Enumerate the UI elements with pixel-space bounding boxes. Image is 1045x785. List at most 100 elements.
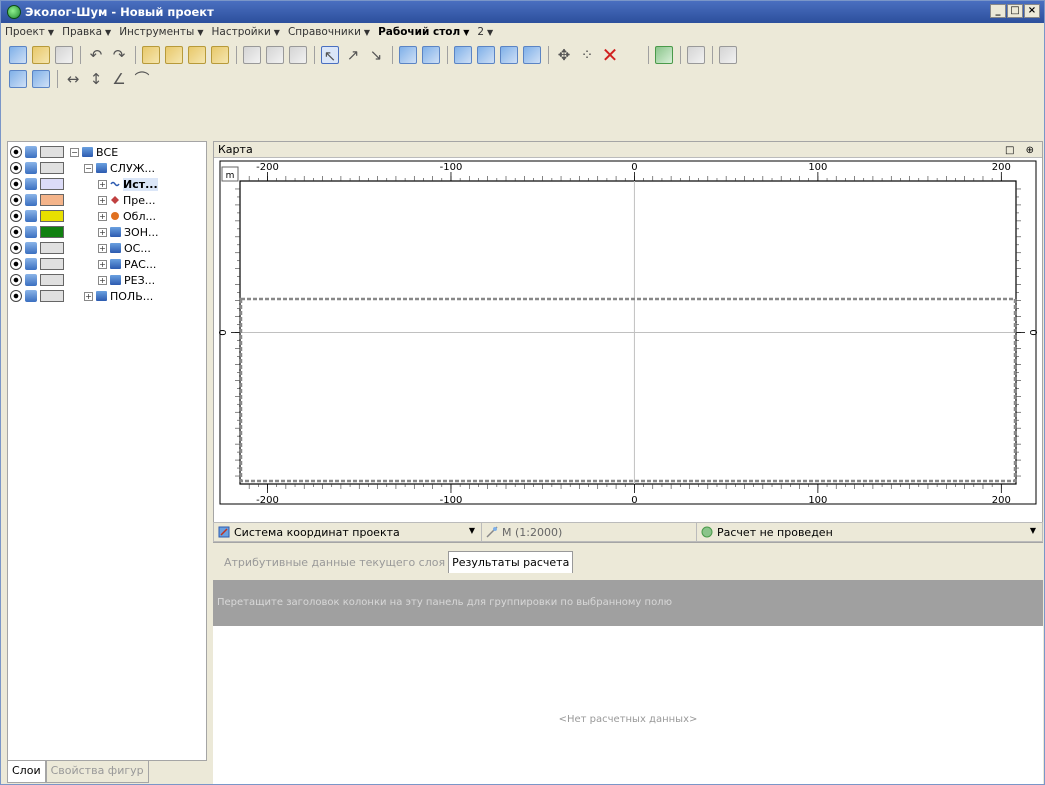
map-panel-controls[interactable]: □ ⊕ [1005,143,1038,158]
expand-icon[interactable]: + [84,291,93,301]
tab-attribute-data[interactable]: Атрибутивные данные текущего слоя [221,552,448,573]
menu-item[interactable]: Правка ▼ [62,26,111,38]
duplicate-icon[interactable] [523,46,541,64]
tab-calculation-results[interactable]: Результаты расчета [448,551,574,573]
menu-item[interactable]: Настройки ▼ [211,26,279,38]
layer-row[interactable]: + ПОЛЬ... [10,288,206,304]
maximize-button[interactable]: □ [1007,4,1023,18]
visibility-icon[interactable] [10,210,22,222]
layer-color-swatch[interactable] [40,194,64,206]
calculation-status[interactable]: Расчет не проведен ▼ [697,523,1042,541]
expand-icon[interactable]: + [98,275,107,285]
edit-lock-icon[interactable] [25,242,37,254]
expand-icon[interactable]: + [98,259,107,269]
zoom-extents-icon[interactable] [289,46,307,64]
new-project-icon[interactable] [9,46,27,64]
draw-polygon-icon[interactable] [211,46,229,64]
edit-lock-icon[interactable] [25,274,37,286]
layer-row[interactable]: − СЛУЖ... [10,160,206,176]
layer-color-swatch[interactable] [40,210,64,222]
visibility-icon[interactable] [10,146,22,158]
layer-row[interactable]: + РАС... [10,256,206,272]
scale-display[interactable]: M (1:2000) [482,523,697,541]
layer-row[interactable]: + Пре... [10,192,206,208]
delete-icon[interactable]: ✕ [601,45,619,65]
calculation-icon[interactable] [687,46,705,64]
map-tool-icon[interactable] [9,70,27,88]
select-pointer-icon[interactable]: ↖ [321,46,339,65]
collapse-icon[interactable]: − [70,147,79,157]
menu-item[interactable]: Проект ▼ [5,26,54,38]
measure-horizontal-icon[interactable]: ↔ [64,70,82,88]
menu-item[interactable]: Рабочий стол ▼ [378,26,469,38]
layer-row[interactable]: + Обл... [10,208,206,224]
coordinate-system-selector[interactable]: Система координат проекта ▼ [214,523,482,541]
edit-lock-icon[interactable] [25,162,37,174]
draw-polyline-icon[interactable] [188,46,206,64]
left-tab[interactable]: Слои [7,761,46,783]
draw-point-icon[interactable] [142,46,160,64]
edit-lock-icon[interactable] [25,178,37,190]
draw-line-icon[interactable] [165,46,183,64]
cut-icon[interactable] [477,46,495,64]
layer-color-swatch[interactable] [40,178,64,190]
layer-color-swatch[interactable] [40,226,64,238]
visibility-icon[interactable] [10,290,22,302]
layer-color-swatch[interactable] [40,258,64,270]
measure-angle-icon[interactable]: ∠ [110,70,128,88]
visibility-icon[interactable] [10,274,22,286]
visibility-icon[interactable] [10,194,22,206]
map-canvas[interactable]: m -200 -200 -100 -100 0 0 100 100 200 200 0 0 [214,159,1042,523]
layer-table-icon[interactable] [655,46,673,64]
select-remove-icon[interactable]: ↘ [367,46,385,64]
group-by-panel[interactable]: Перетащите заголовок колонки на эту пане… [213,580,1043,626]
layer-row[interactable]: − ВСЕ [10,144,206,160]
menu-item[interactable]: 2 ▼ [477,26,493,38]
measure-curve-icon[interactable]: ⌒ [133,70,151,88]
deselect-objects-icon[interactable] [422,46,440,64]
layer-row[interactable]: + РЕЗ... [10,272,206,288]
zoom-area-icon[interactable] [243,46,261,64]
map-layer-icon[interactable] [32,70,50,88]
left-tab[interactable]: Свойства фигур [45,761,149,783]
layer-row[interactable]: + ОС... [10,240,206,256]
menu-item[interactable]: Справочники ▼ [288,26,370,38]
visibility-icon[interactable] [10,242,22,254]
edit-lock-icon[interactable] [25,194,37,206]
layer-row[interactable]: + Ист... [10,176,206,192]
layer-color-swatch[interactable] [40,242,64,254]
visibility-icon[interactable] [10,258,22,270]
vertices-icon[interactable]: ⁘ [578,46,596,64]
edit-lock-icon[interactable] [25,290,37,302]
title-bar[interactable]: Эколог-Шум - Новый проект _ □ × [1,1,1044,23]
select-add-icon[interactable]: ↗ [344,46,362,64]
layer-color-swatch[interactable] [40,274,64,286]
undo-icon[interactable]: ↶ [87,46,105,64]
save-project-icon[interactable] [55,46,73,64]
expand-icon[interactable]: + [98,227,107,237]
copy-icon[interactable] [454,46,472,64]
minimize-button[interactable]: _ [990,4,1006,18]
edit-lock-icon[interactable] [25,226,37,238]
open-project-icon[interactable] [32,46,50,64]
measure-vertical-icon[interactable]: ↕ [87,70,105,88]
expand-icon[interactable]: + [98,211,107,221]
move-icon[interactable]: ✥ [555,46,573,64]
close-button[interactable]: × [1024,4,1040,18]
collapse-icon[interactable]: − [84,163,93,173]
layer-row[interactable]: + ЗОН... [10,224,206,240]
menu-item[interactable]: Инструменты ▼ [119,26,203,38]
expand-icon[interactable]: + [98,179,107,189]
expand-icon[interactable]: + [98,243,107,253]
edit-lock-icon[interactable] [25,258,37,270]
visibility-icon[interactable] [10,178,22,190]
layer-color-swatch[interactable] [40,290,64,302]
select-objects-icon[interactable] [399,46,417,64]
edit-lock-icon[interactable] [25,146,37,158]
zoom-options-icon[interactable] [266,46,284,64]
layer-color-swatch[interactable] [40,162,64,174]
layer-color-swatch[interactable] [40,146,64,158]
paste-icon[interactable] [500,46,518,64]
expand-icon[interactable]: + [98,195,107,205]
visibility-icon[interactable] [10,162,22,174]
